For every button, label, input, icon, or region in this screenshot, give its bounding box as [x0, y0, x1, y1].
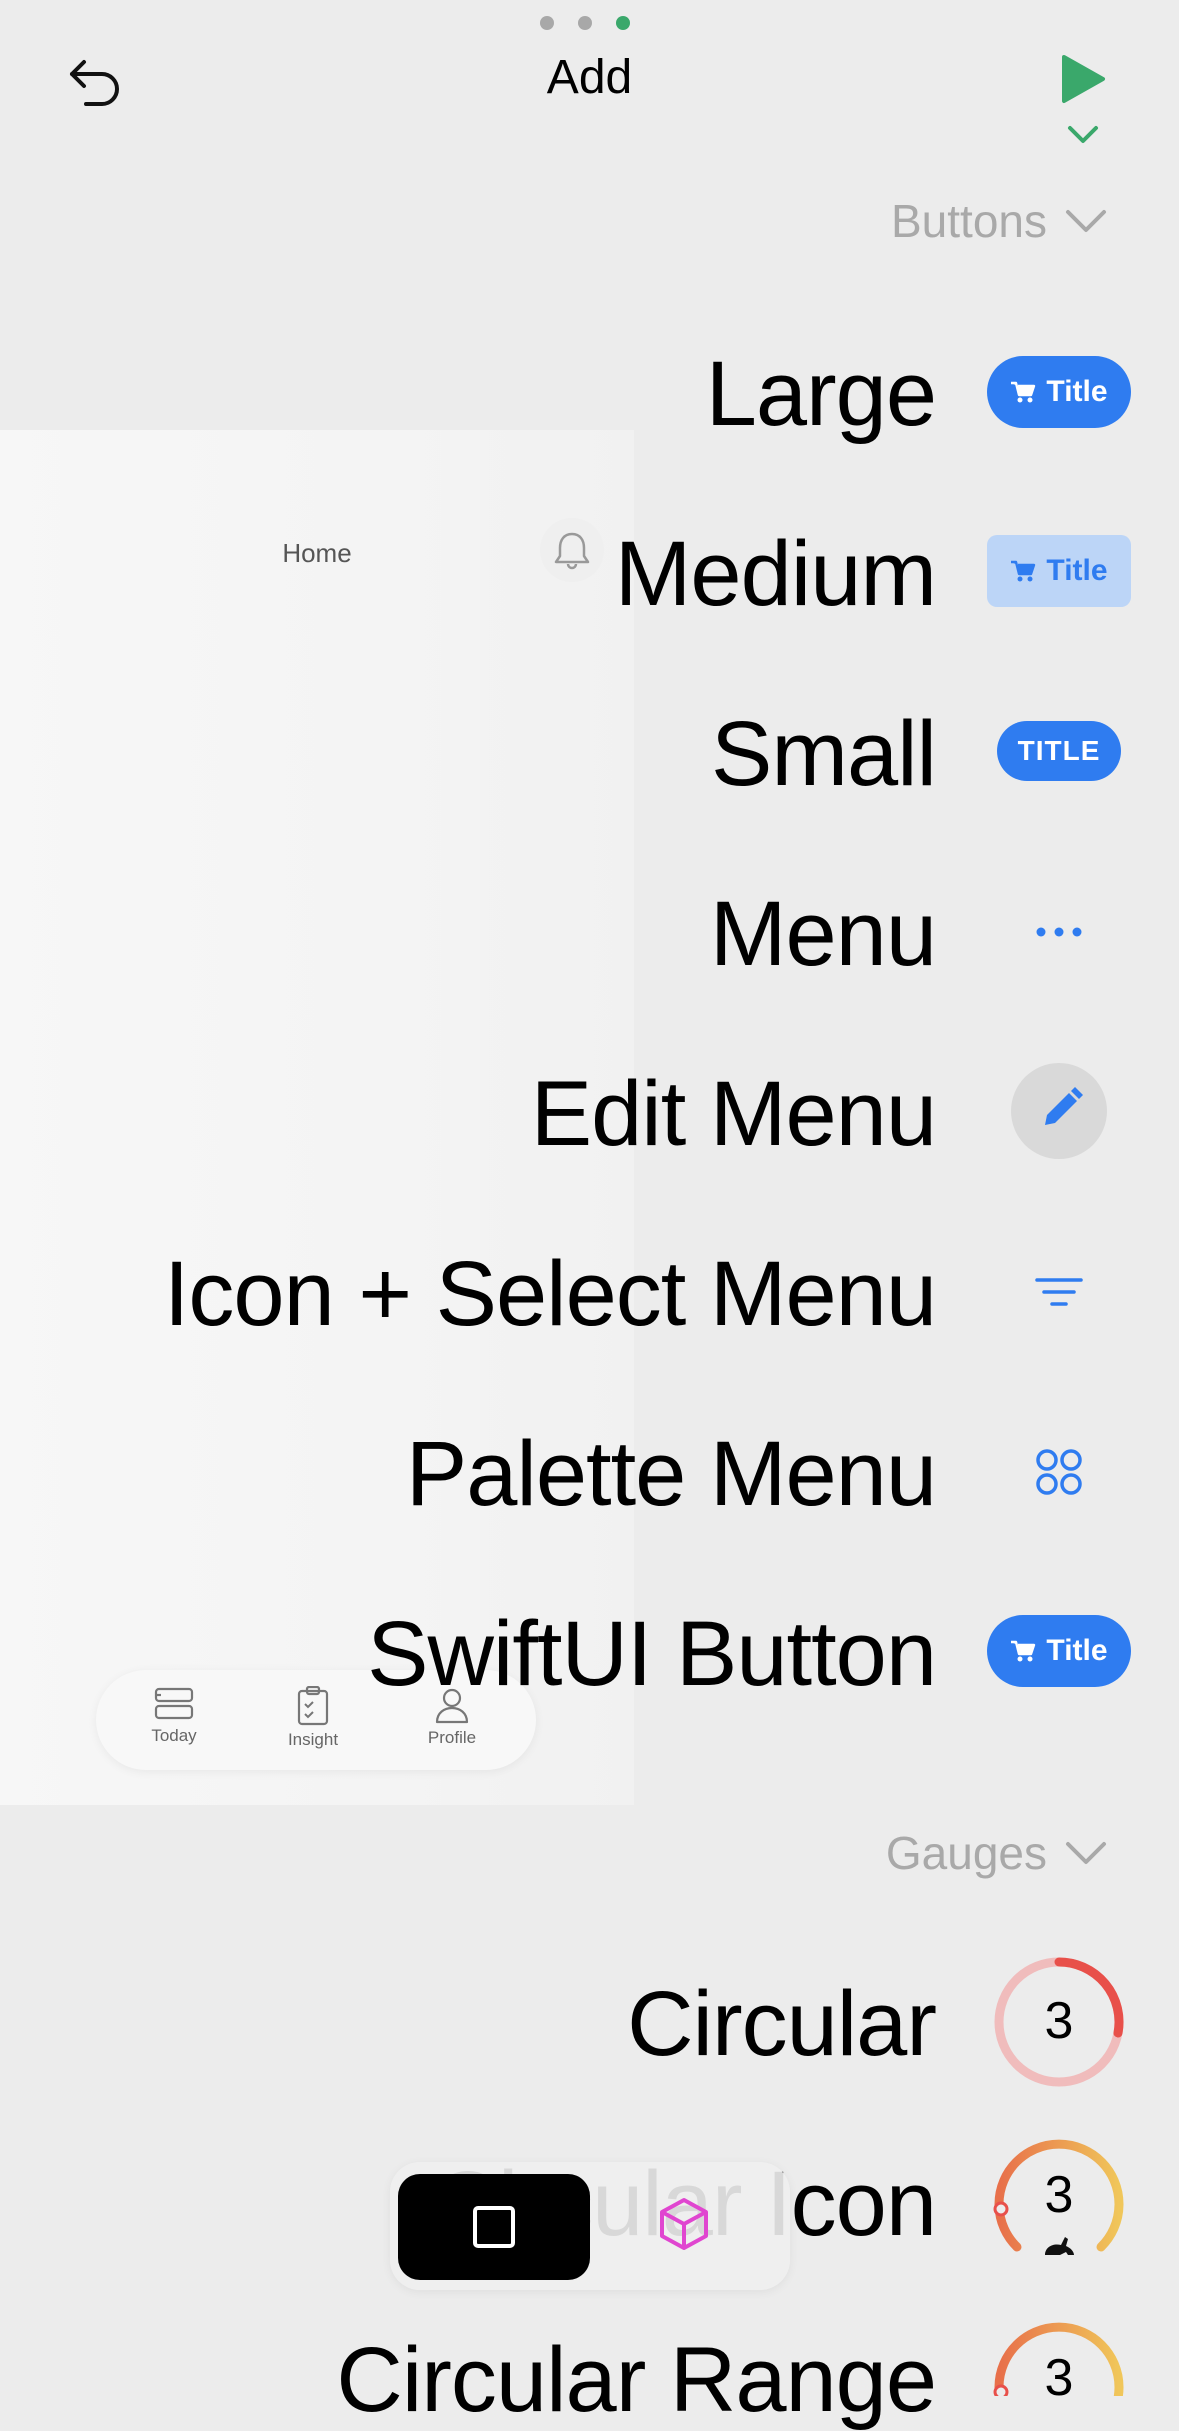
small-title-button[interactable]: TITLE [997, 721, 1121, 781]
preview-tab-today[interactable]: Today [114, 1686, 234, 1746]
gauge-value: 3 [1044, 2349, 1074, 2396]
row-label-swiftui-button: SwiftUI Button [367, 1603, 937, 1705]
bottom-toolbar [390, 2162, 790, 2290]
row-label-edit-menu: Edit Menu [530, 1063, 937, 1165]
circular-gauge: 3 [992, 1955, 1126, 2089]
row-label-icon-select-menu: Icon + Select Menu [163, 1243, 937, 1345]
clipboard-icon [297, 1686, 329, 1726]
circular-icon-gauge: 3 [992, 2137, 1126, 2271]
preview-notification-button[interactable] [540, 518, 604, 582]
large-title-button[interactable]: Title [987, 356, 1131, 428]
gauge-value: 3 [1044, 1992, 1074, 2050]
run-button[interactable] [1060, 54, 1106, 104]
section-header-gauges[interactable]: Gauges [886, 1826, 1107, 1880]
palette-menu-button[interactable] [1034, 1447, 1084, 1497]
rabbit-icon [1045, 2237, 1074, 2255]
preview-tab-label: Profile [427, 1728, 477, 1747]
chevron-down-icon [1066, 210, 1106, 232]
chevron-down-icon [1066, 1842, 1106, 1864]
play-icon [1062, 55, 1105, 103]
menu-button[interactable] [1033, 914, 1085, 950]
swiftui-title-button[interactable]: Title [987, 1615, 1131, 1687]
row-label-large: Large [705, 343, 937, 445]
button-title: TITLE [1017, 735, 1101, 766]
filter-lines-icon [1035, 1278, 1083, 1306]
cube-icon [660, 2198, 708, 2250]
row-label-small: Small [710, 703, 937, 805]
run-options-button[interactable] [1066, 124, 1100, 146]
row-label-menu: Menu [709, 883, 937, 985]
cart-icon [1011, 560, 1036, 582]
preview-tab-label: Today [151, 1726, 197, 1745]
page-dot [578, 16, 592, 30]
button-title: Title [1046, 554, 1108, 587]
button-title: Title [1046, 375, 1108, 408]
page-title: Add [546, 51, 633, 104]
chevron-down-icon [1068, 126, 1098, 143]
edit-menu-button[interactable] [1011, 1063, 1107, 1159]
gauge-value: 3 [1044, 2166, 1074, 2224]
palette-icon [1036, 1449, 1082, 1495]
row-label-circular-range: Circular Range [336, 2329, 937, 2431]
page-dot-active [616, 16, 630, 30]
medium-title-button[interactable]: Title [987, 535, 1131, 607]
ellipsis-icon [1036, 927, 1082, 937]
preview-tab-insight[interactable]: Insight [253, 1686, 373, 1750]
pencil-icon [1045, 1087, 1083, 1125]
row-label-circular: Circular [627, 1973, 937, 2075]
row-label-palette-menu: Palette Menu [405, 1423, 937, 1525]
cart-icon [1011, 381, 1036, 403]
preview-home-title: Home [282, 538, 352, 568]
stop-icon [473, 2206, 515, 2248]
button-title: Title [1046, 1634, 1108, 1667]
row-label-medium: Medium [614, 523, 937, 625]
circular-range-gauge: 3 [992, 2320, 1126, 2396]
preview-tab-label: Insight [287, 1730, 339, 1749]
cube-button[interactable] [652, 2192, 716, 2256]
section-header-buttons[interactable]: Buttons [891, 194, 1107, 248]
today-icon [154, 1687, 194, 1720]
section-title: Gauges [885, 1827, 1047, 1879]
section-title: Buttons [891, 195, 1047, 247]
page-dot [540, 16, 554, 30]
icon-select-menu-button[interactable] [1034, 1274, 1084, 1310]
stop-button[interactable] [398, 2174, 590, 2280]
bell-icon [554, 532, 590, 570]
page-indicator [540, 16, 630, 30]
cart-icon [1011, 1640, 1036, 1662]
